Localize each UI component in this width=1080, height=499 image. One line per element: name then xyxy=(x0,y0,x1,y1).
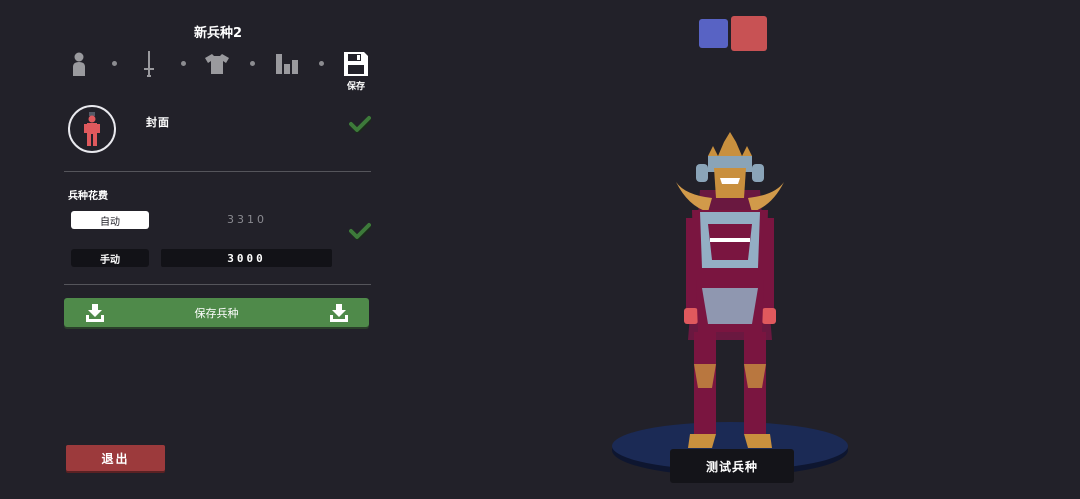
unit-cost-label: 兵种花费 xyxy=(68,191,108,202)
tab-clothing[interactable] xyxy=(204,50,230,78)
test-unit-button[interactable]: 测试兵种 xyxy=(670,449,794,483)
tab-separator-dot xyxy=(250,61,255,66)
save-unit-label: 保存兵种 xyxy=(194,307,239,320)
divider xyxy=(64,284,371,285)
cover-label: 封面 xyxy=(146,116,170,129)
checkmark-icon xyxy=(349,116,373,134)
shirt-icon xyxy=(205,54,229,74)
cover-checkbox[interactable] xyxy=(349,115,373,134)
unit-preview xyxy=(612,132,848,476)
team-red-button[interactable] xyxy=(731,16,767,51)
cover-avatar[interactable] xyxy=(68,105,116,153)
save-tab-label: 保存 xyxy=(346,82,365,92)
sword-icon xyxy=(144,51,154,77)
unit-thumbnail-icon xyxy=(84,112,100,146)
tab-save[interactable] xyxy=(343,50,369,78)
bar-chart-icon xyxy=(276,54,298,74)
checkmark-icon xyxy=(349,223,373,241)
exit-button[interactable]: 退出 xyxy=(66,445,165,471)
tab-separator-dot xyxy=(319,61,324,66)
save-unit-button[interactable]: 保存兵种 xyxy=(64,298,369,327)
tab-stats[interactable] xyxy=(274,50,300,78)
person-icon xyxy=(73,52,85,76)
floppy-disk-icon xyxy=(344,52,368,76)
team-blue-button[interactable] xyxy=(699,19,728,48)
unit-name-title: 新兵种2 xyxy=(193,26,243,41)
cost-checkbox[interactable] xyxy=(349,222,373,241)
tab-weapon[interactable] xyxy=(136,50,162,78)
manual-cost-input[interactable] xyxy=(161,249,332,267)
tab-separator-dot xyxy=(181,61,186,66)
download-icon xyxy=(330,304,348,322)
divider xyxy=(64,171,371,172)
auto-cost-value: 3310 xyxy=(227,213,267,226)
manual-cost-button[interactable]: 手动 xyxy=(71,249,149,267)
tab-separator-dot xyxy=(112,61,117,66)
tab-body[interactable] xyxy=(66,50,92,78)
auto-cost-button[interactable]: 自动 xyxy=(71,211,149,229)
